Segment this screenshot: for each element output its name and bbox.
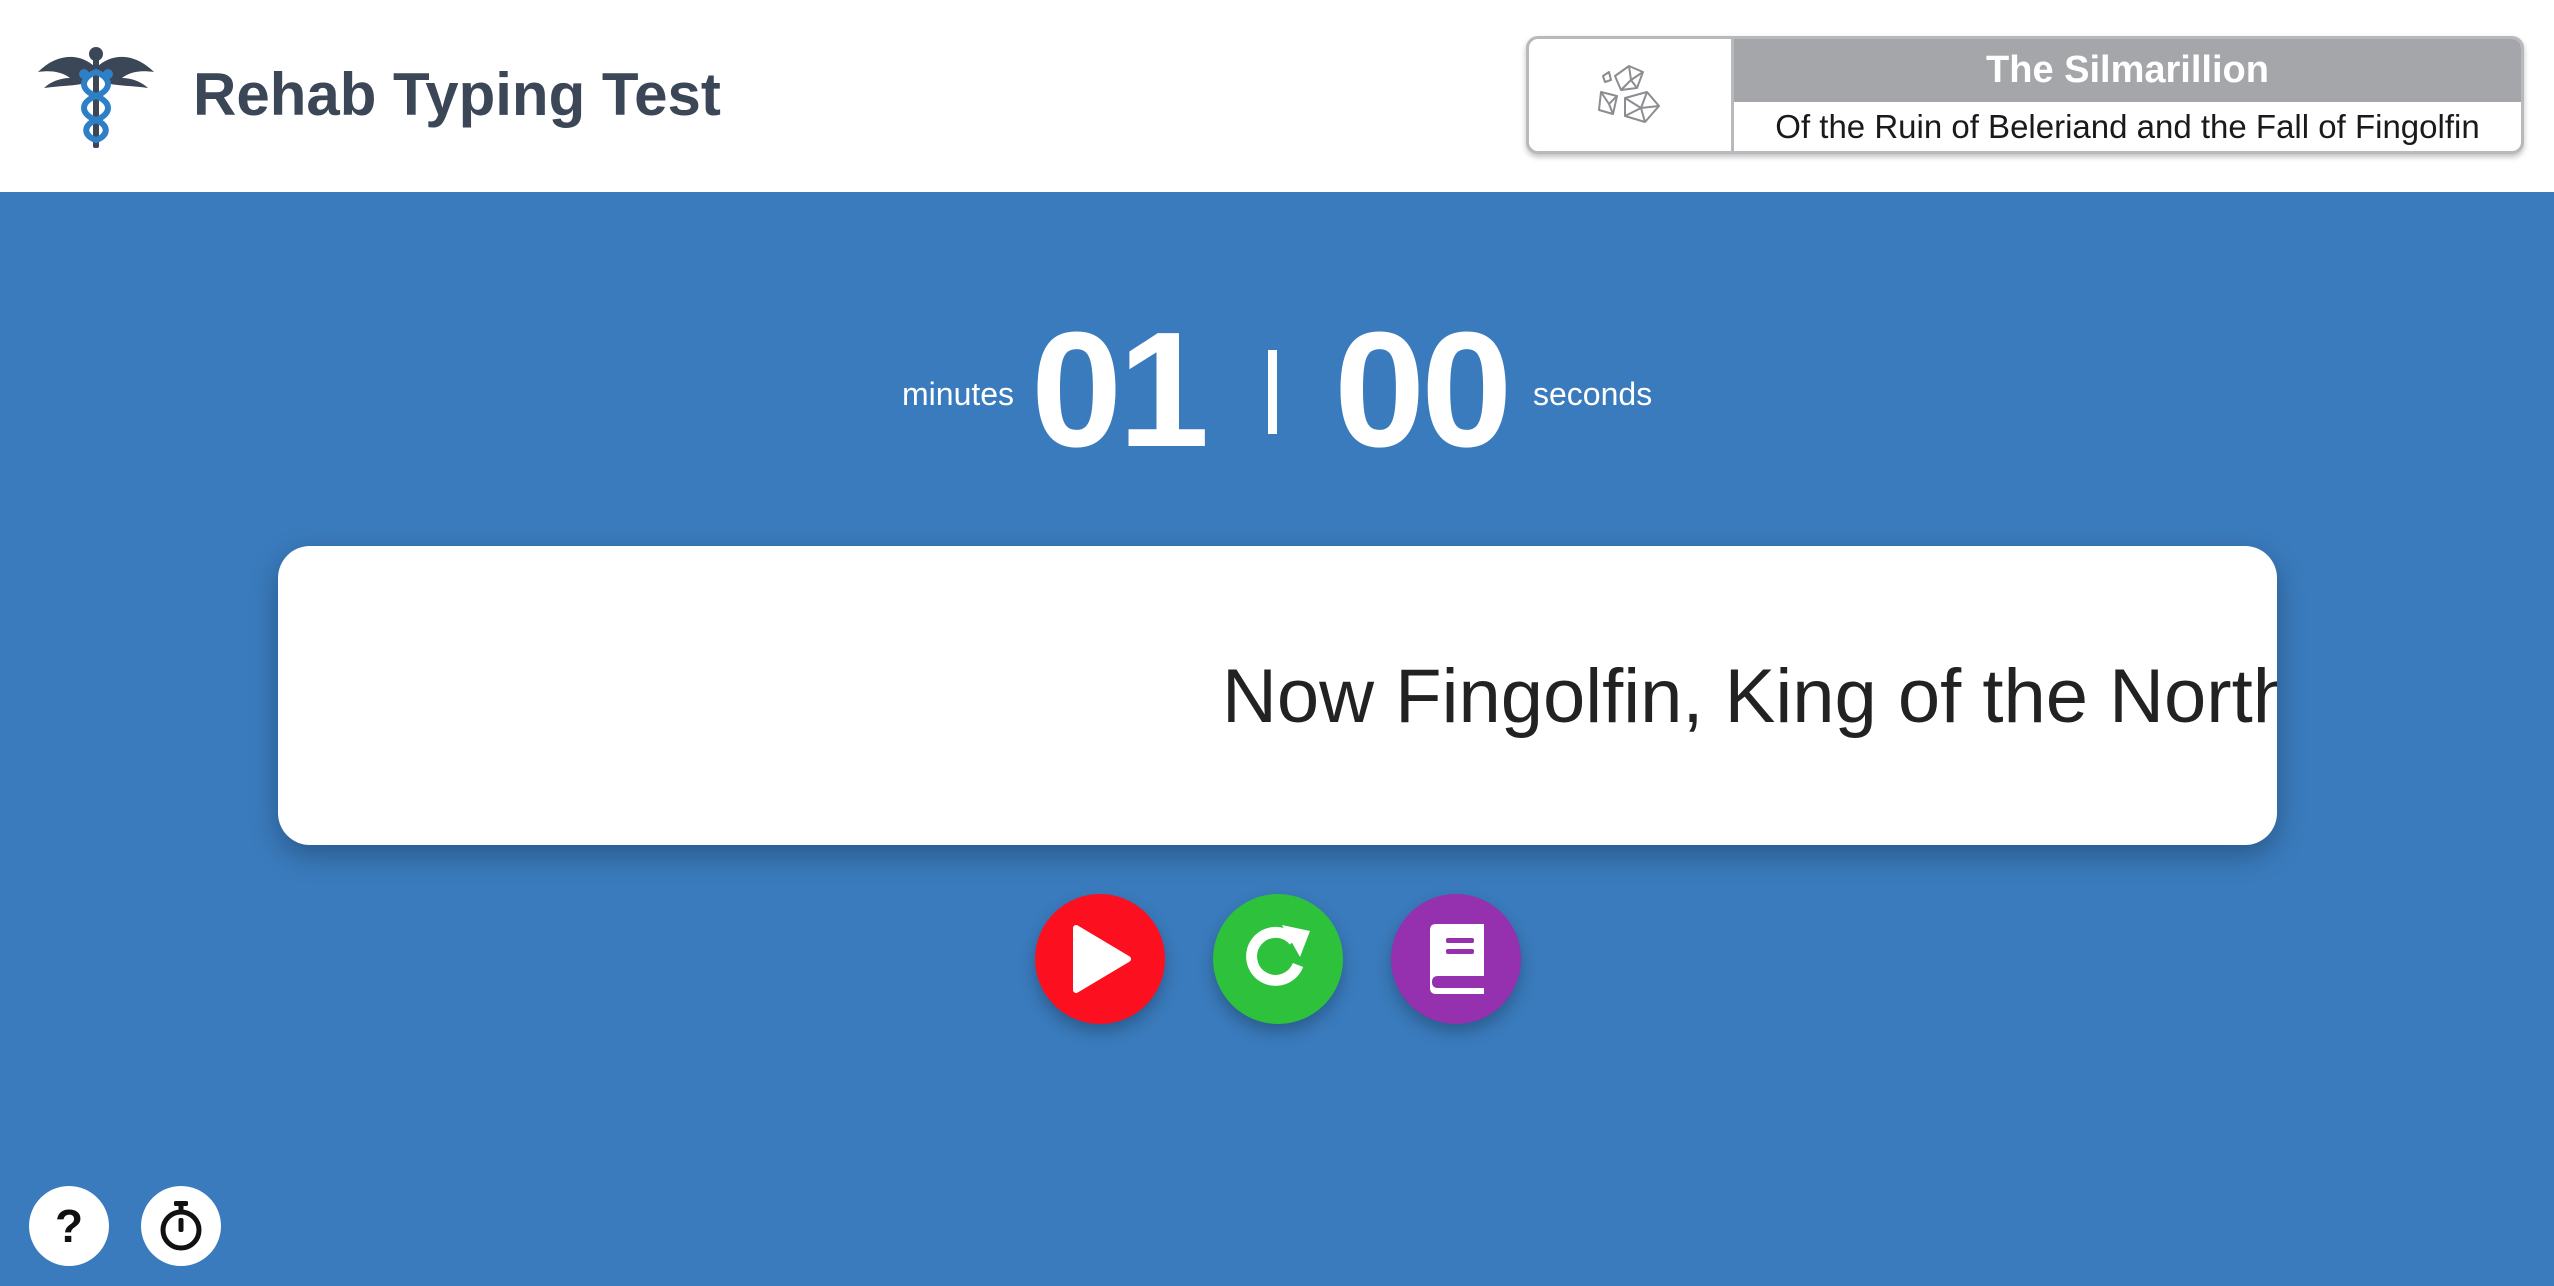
header: Rehab Typing Test The Silmarillion Of th… (0, 0, 2554, 192)
app-title: Rehab Typing Test (193, 61, 721, 128)
timer-settings-button[interactable] (141, 1186, 221, 1266)
minutes-label: minutes (902, 376, 1015, 412)
restart-button[interactable] (1213, 894, 1343, 1024)
book-title: The Silmarillion (1734, 39, 2521, 102)
timer-separator (1268, 350, 1277, 434)
question-icon: ? (54, 1200, 84, 1252)
stopwatch-icon (160, 1201, 202, 1251)
help-button[interactable]: ? (29, 1186, 109, 1266)
restart-icon (1246, 925, 1310, 986)
minutes-value: 01 (1031, 298, 1209, 481)
typing-text: Now Fingolfin, King of the Northmen (1222, 654, 2277, 739)
seconds-value: 00 (1334, 298, 1512, 481)
caduceus-icon (38, 44, 154, 150)
play-icon (1073, 925, 1131, 993)
play-button[interactable] (1035, 894, 1165, 1024)
book-icon (1430, 924, 1484, 994)
book-selector[interactable]: The Silmarillion Of the Ruin of Belerian… (1526, 36, 2524, 154)
book-button[interactable] (1391, 894, 1521, 1024)
typing-text-panel[interactable]: Now Fingolfin, King of the Northmen (278, 546, 2277, 845)
book-chapter: Of the Ruin of Beleriand and the Fall of… (1775, 108, 2480, 145)
seconds-label: seconds (1533, 376, 1653, 412)
crystals-icon (1529, 39, 1734, 151)
countdown-timer: minutes 01 00 seconds (0, 298, 2554, 481)
